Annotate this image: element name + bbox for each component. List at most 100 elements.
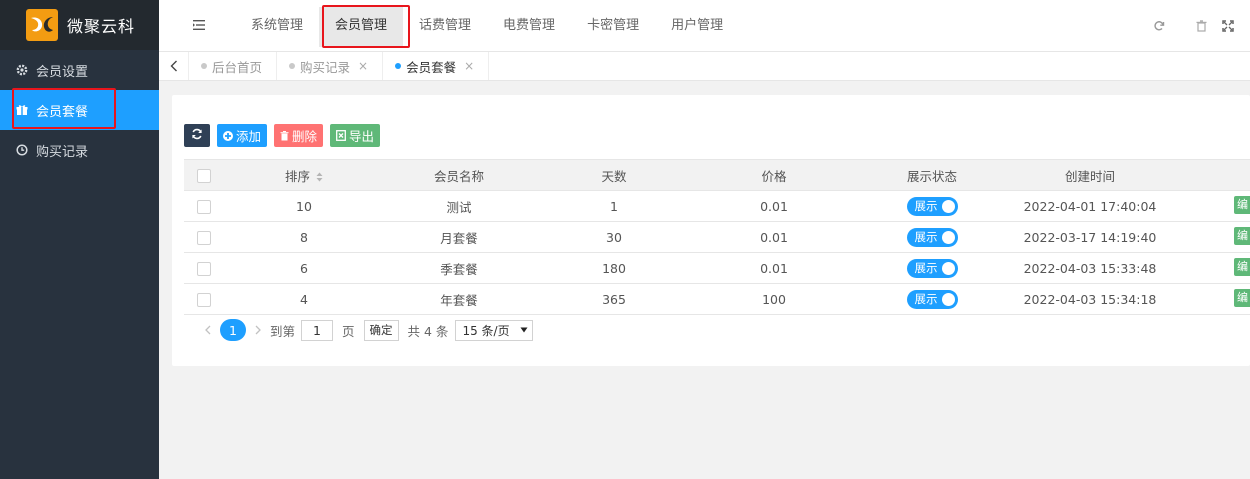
- nav-member[interactable]: 会员管理: [319, 7, 404, 47]
- tab-dot: [395, 63, 402, 69]
- next-page-icon[interactable]: [255, 323, 261, 338]
- nav-card-key[interactable]: 卡密管理: [571, 0, 655, 52]
- cell-sort: 6: [224, 252, 384, 284]
- nav-users[interactable]: 用户管理: [655, 0, 739, 52]
- tab-label: 购买记录: [300, 59, 351, 75]
- column-header-days: 天数: [534, 159, 694, 191]
- add-button[interactable]: 添加: [217, 124, 268, 147]
- table-row: 8 月套餐 30 0.01 展示 2022-03-17 14:19:40 编: [184, 221, 1250, 253]
- top-nav: 系统管理 会员管理 话费管理 电费管理 卡密管理 用户管理: [235, 0, 739, 52]
- packages-table: 排序 会员名称 天数 价格 展示状态 创建时间 10 测试 1 0.01 展示: [184, 159, 1250, 315]
- cell-days: 30: [534, 221, 694, 253]
- row-checkbox[interactable]: [197, 261, 211, 276]
- column-header-sort[interactable]: 排序: [224, 159, 384, 191]
- table-toolbar: 添加 删除 导出: [184, 124, 387, 147]
- cell-days: 365: [534, 283, 694, 315]
- cell-created: 2022-04-01 17:40:04: [1010, 190, 1170, 222]
- column-header-label: 排序: [284, 168, 310, 184]
- nav-system[interactable]: 系统管理: [235, 0, 319, 52]
- toggle-knob: [941, 292, 955, 306]
- clock-icon: [15, 144, 28, 157]
- toggle-knob: [941, 230, 955, 244]
- tab-home[interactable]: 后台首页: [189, 52, 278, 80]
- sidebar: 微聚云科 会员设置 会员套餐 购买记录: [0, 0, 159, 479]
- page-number-input[interactable]: 1: [301, 319, 334, 341]
- current-page-button[interactable]: 1: [220, 319, 246, 341]
- table-row: 4 年套餐 365 100 展示 2022-04-03 15:34:18 编: [184, 283, 1250, 315]
- status-toggle-label: 展示: [914, 292, 938, 306]
- status-toggle[interactable]: 展示: [906, 258, 958, 278]
- tab-label: 会员套餐: [406, 59, 457, 75]
- close-icon[interactable]: ×: [464, 59, 474, 73]
- export-button[interactable]: 导出: [330, 124, 381, 147]
- status-toggle-label: 展示: [914, 230, 938, 244]
- edit-button[interactable]: 编: [1234, 195, 1250, 214]
- refresh-icon[interactable]: [1138, 0, 1180, 52]
- sidebar-item-label: 会员设置: [36, 64, 89, 80]
- toggle-knob: [941, 199, 955, 213]
- brand-logo-icon: [26, 9, 58, 41]
- column-header-status: 展示状态: [854, 159, 1010, 191]
- add-button-label: 添加: [236, 129, 262, 144]
- delete-button-label: 删除: [292, 129, 318, 144]
- cell-sort: 8: [224, 221, 384, 253]
- goto-label: 到第: [270, 323, 296, 339]
- sidebar-item-member-settings[interactable]: 会员设置: [0, 50, 159, 90]
- cell-created: 2022-04-03 15:34:18: [1010, 283, 1170, 315]
- toggle-knob: [941, 261, 955, 275]
- nav-electric-fee[interactable]: 电费管理: [487, 0, 571, 52]
- edit-button[interactable]: 编: [1234, 226, 1250, 245]
- confirm-page-button[interactable]: 确定: [363, 319, 399, 341]
- nav-phone-fee[interactable]: 话费管理: [403, 0, 487, 52]
- tab-member-packages[interactable]: 会员套餐 ×: [383, 52, 490, 80]
- pagination: 1 到第 1 页 确定 共 4 条 15 条/页: [196, 319, 534, 341]
- tab-dot: [201, 63, 207, 69]
- refresh-button[interactable]: [184, 124, 210, 147]
- close-icon[interactable]: ×: [358, 59, 368, 73]
- menu-toggle-icon[interactable]: [193, 19, 207, 31]
- row-checkbox[interactable]: [197, 199, 211, 214]
- page-size-select[interactable]: 15 条/页: [455, 319, 534, 341]
- sidebar-item-member-packages[interactable]: 会员套餐: [0, 90, 159, 130]
- top-header: 系统管理 会员管理 话费管理 电费管理 卡密管理 用户管理: [159, 0, 1250, 52]
- cell-days: 180: [534, 252, 694, 284]
- cell-sort: 10: [224, 190, 384, 222]
- sidebar-item-purchase-records[interactable]: 购买记录: [0, 130, 159, 170]
- brand-name: 微聚云科: [67, 17, 136, 36]
- status-toggle[interactable]: 展示: [906, 289, 958, 309]
- cell-name: 年套餐: [384, 283, 534, 315]
- trash-icon: [280, 130, 289, 141]
- cell-name: 测试: [384, 190, 534, 222]
- chevron-left-icon[interactable]: [159, 52, 189, 80]
- tab-purchase-records[interactable]: 购买记录 ×: [277, 52, 384, 80]
- refresh-icon: [191, 128, 203, 143]
- edit-button[interactable]: 编: [1234, 288, 1250, 307]
- logo: 微聚云科: [0, 0, 159, 50]
- edit-button[interactable]: 编: [1234, 257, 1250, 276]
- caret-down-icon: [520, 327, 528, 333]
- delete-button[interactable]: 删除: [274, 124, 324, 147]
- table-row: 6 季套餐 180 0.01 展示 2022-04-03 15:33:48 编: [184, 252, 1250, 284]
- column-header-actions: [1170, 159, 1250, 191]
- cell-price: 0.01: [694, 190, 854, 222]
- trash-icon[interactable]: [1180, 0, 1222, 52]
- select-all-cell: [184, 159, 224, 191]
- cell-price: 0.01: [694, 221, 854, 253]
- cell-created: 2022-04-03 15:33:48: [1010, 252, 1170, 284]
- prev-page-icon[interactable]: [205, 323, 211, 338]
- fullscreen-icon[interactable]: [1222, 0, 1250, 52]
- cell-sort: 4: [224, 283, 384, 315]
- gift-icon: [15, 104, 28, 117]
- column-header-name: 会员名称: [384, 159, 534, 191]
- row-checkbox[interactable]: [197, 230, 211, 245]
- gear-icon: [15, 64, 28, 77]
- status-toggle[interactable]: 展示: [906, 227, 958, 247]
- row-checkbox[interactable]: [197, 292, 211, 307]
- header-tools: [1138, 0, 1250, 52]
- select-all-checkbox[interactable]: [197, 168, 211, 183]
- sort-arrows-icon[interactable]: [316, 170, 323, 185]
- export-button-label: 导出: [349, 129, 375, 144]
- cell-name: 月套餐: [384, 221, 534, 253]
- status-toggle[interactable]: 展示: [906, 196, 958, 216]
- cell-price: 0.01: [694, 252, 854, 284]
